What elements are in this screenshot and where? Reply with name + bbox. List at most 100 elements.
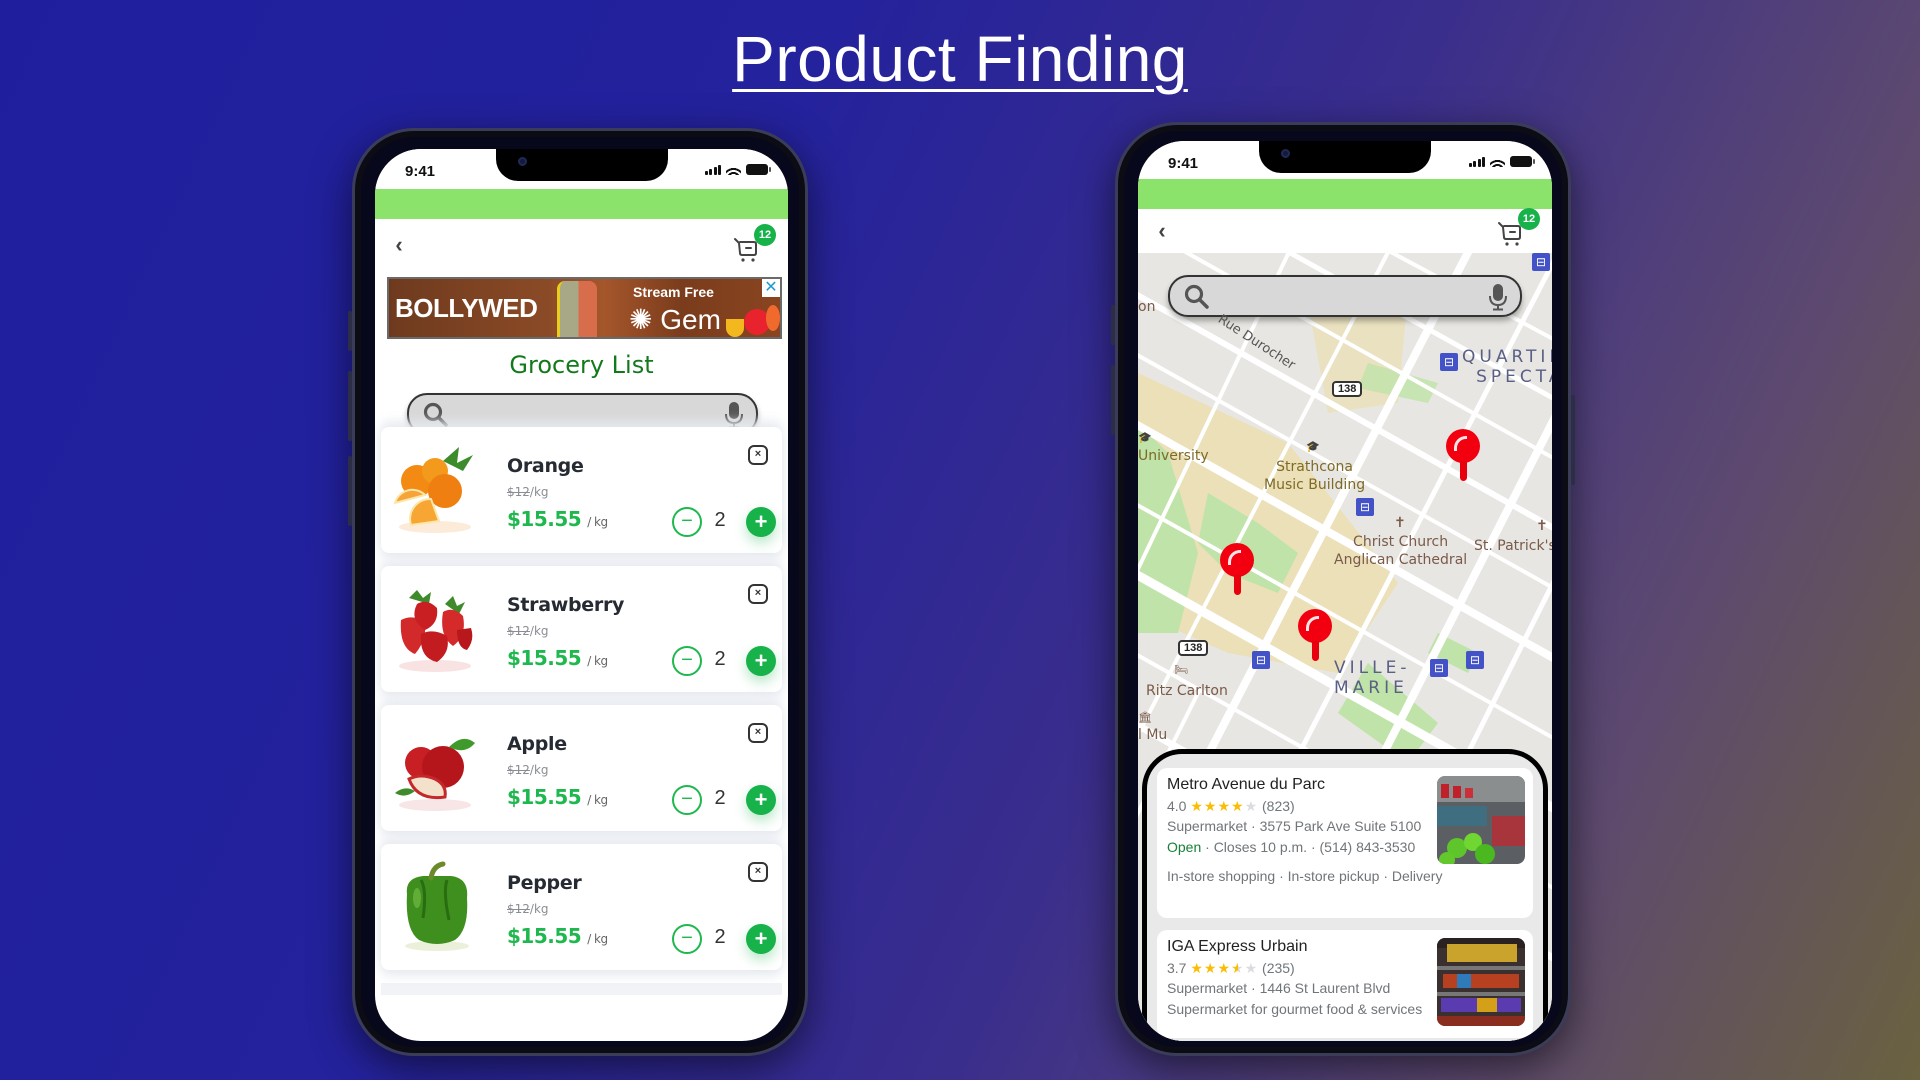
decrease-quantity-button[interactable]: − [672,924,702,954]
phone-grocery: 9:41 ‹ 12 BOLLYWED Stream Free ✺ Gem ✕ G… [348,128,808,1056]
map-label-museum: l Mu [1138,727,1168,743]
pin-stem [1460,461,1467,481]
university-icon: 🎓 [1138,431,1152,444]
map-label-strathcona: Strathcona Music Building [1264,459,1366,493]
ad-banner[interactable]: BOLLYWED Stream Free ✺ Gem ✕ [387,277,782,339]
original-price: $12/kg [507,902,549,916]
price-unit: / kg [587,515,608,529]
quantity-value: 2 [714,509,726,531]
map-label-quartier: QUARTIER SPECTAC [1462,347,1552,387]
header-color-bar [375,189,788,219]
phone-side-button [1111,305,1115,345]
original-price-unit: /kg [529,902,549,916]
map-search-bar[interactable] [1168,275,1522,317]
map-label-ville-marie: VILLE- MARIE [1334,658,1411,698]
church-icon: ✝ [1536,518,1548,534]
pin-head [1446,429,1480,463]
phone-side-button [1571,395,1575,485]
wifi-icon [726,164,741,175]
store-result-card[interactable]: Metro Avenue du Parc 4.0 ★★★★★ (823) Sup… [1157,768,1533,918]
increase-quantity-button[interactable]: + [746,924,776,954]
decrease-quantity-button[interactable]: − [672,507,702,537]
strawberry-image [399,590,473,672]
cart-button[interactable]: 12 [732,224,776,263]
original-price-value: $12 [507,763,530,777]
signal-icon [1468,157,1485,167]
quantity-value: 2 [714,648,726,670]
route-shield-138: 138 [1332,381,1363,397]
decrease-quantity-button[interactable]: − [672,785,702,815]
cart-count-badge: 12 [754,224,776,246]
notch [1259,141,1431,173]
strathcona-icon: 🎓 [1306,440,1320,453]
ad-image [557,281,597,337]
increase-quantity-button[interactable]: + [746,785,776,815]
pepper-image [405,861,469,951]
price-unit: / kg [587,654,608,668]
pin-stem [1234,575,1241,595]
increase-quantity-button[interactable]: + [746,646,776,676]
cart-count-badge: 12 [1518,208,1540,230]
wifi-icon [1490,156,1505,167]
camera-icon [517,157,527,166]
store-results-panel[interactable]: Metro Avenue du Parc 4.0 ★★★★★ (823) Sup… [1142,749,1548,1041]
original-price-value: $12 [507,485,530,499]
store-location-pin[interactable] [1298,609,1332,663]
apple-image [395,738,475,811]
orange-image [393,447,473,533]
transit-station-icon: ⊟ [1532,253,1550,271]
product-card: Strawberry $12/kg $15.55 / kg × − 2 + [381,566,782,692]
ad-close-button[interactable]: ✕ [762,279,780,297]
page-title: Product Finding [732,23,1188,95]
pin-head [1220,543,1254,577]
back-button[interactable]: ‹ [387,233,411,257]
remove-item-button[interactable]: × [748,862,768,882]
back-button[interactable]: ‹ [1150,219,1174,243]
rating-value: 4.0 [1167,798,1187,814]
phone-side-button [348,311,352,351]
museum-icon: 🏛 [1138,711,1152,724]
open-status: Open [1167,839,1202,855]
quantity-value: 2 [714,926,726,948]
grocery-search-input[interactable] [457,401,712,429]
camera-icon [1281,149,1290,158]
map-search-input[interactable] [1218,283,1476,311]
search-icon [1184,284,1209,309]
notch [495,149,668,181]
product-card: Apple $12/kg $15.55 / kg × − 2 + [381,705,782,831]
product-name: Orange [507,455,584,477]
pin-head [1298,609,1332,643]
route-shield-138: 138 [1178,640,1209,656]
grocery-screen: 9:41 ‹ 12 BOLLYWED Stream Free ✺ Gem ✕ G… [375,149,788,1041]
remove-item-button[interactable]: × [748,445,768,465]
product-name: Strawberry [507,594,625,616]
hours-phone: · Closes 10 p.m. · (514) 843-3530 [1201,839,1416,855]
store-result-card[interactable]: IGA Express Urbain 3.7 ★★★★★ (235) Super… [1157,930,1533,1038]
remove-item-button[interactable]: × [748,723,768,743]
increase-quantity-button[interactable]: + [746,507,776,537]
microphone-icon[interactable] [724,401,744,429]
ad-tagline: Stream Free [633,284,714,300]
cart-button[interactable]: 12 [1496,208,1540,247]
price-unit: / kg [587,932,608,946]
transit-station-icon: ⊟ [1252,651,1270,669]
app-bar: ‹ 12 [375,219,788,271]
sale-price: $15.55 / kg [507,646,608,670]
decrease-quantity-button[interactable]: − [672,646,702,676]
map-view[interactable]: on Rue Durocher 138 ⊟ ⊟ QUARTIER SPECTAC… [1138,253,1552,1041]
grocery-list-title: Grocery List [509,351,654,379]
remove-item-button[interactable]: × [748,584,768,604]
store-category-address: Supermarket · 3575 Park Ave Suite 5100 [1167,818,1422,834]
store-location-pin[interactable] [1220,543,1254,597]
store-description: Supermarket for gourmet food & services [1167,1001,1423,1017]
store-location-pin[interactable] [1446,429,1480,483]
product-name: Pepper [507,872,582,894]
original-price-value: $12 [507,902,530,916]
store-photo [1437,938,1525,1026]
product-list: Orange $12/kg $15.55/ kg × − 2 + Strawbe… [381,427,782,995]
sale-price: $15.55 / kg [507,785,608,809]
microphone-icon[interactable] [1488,283,1508,311]
sale-price: $15.55 / kg [507,924,608,948]
sale-price-value: $15.55 [507,507,582,531]
product-name: Apple [507,733,567,755]
